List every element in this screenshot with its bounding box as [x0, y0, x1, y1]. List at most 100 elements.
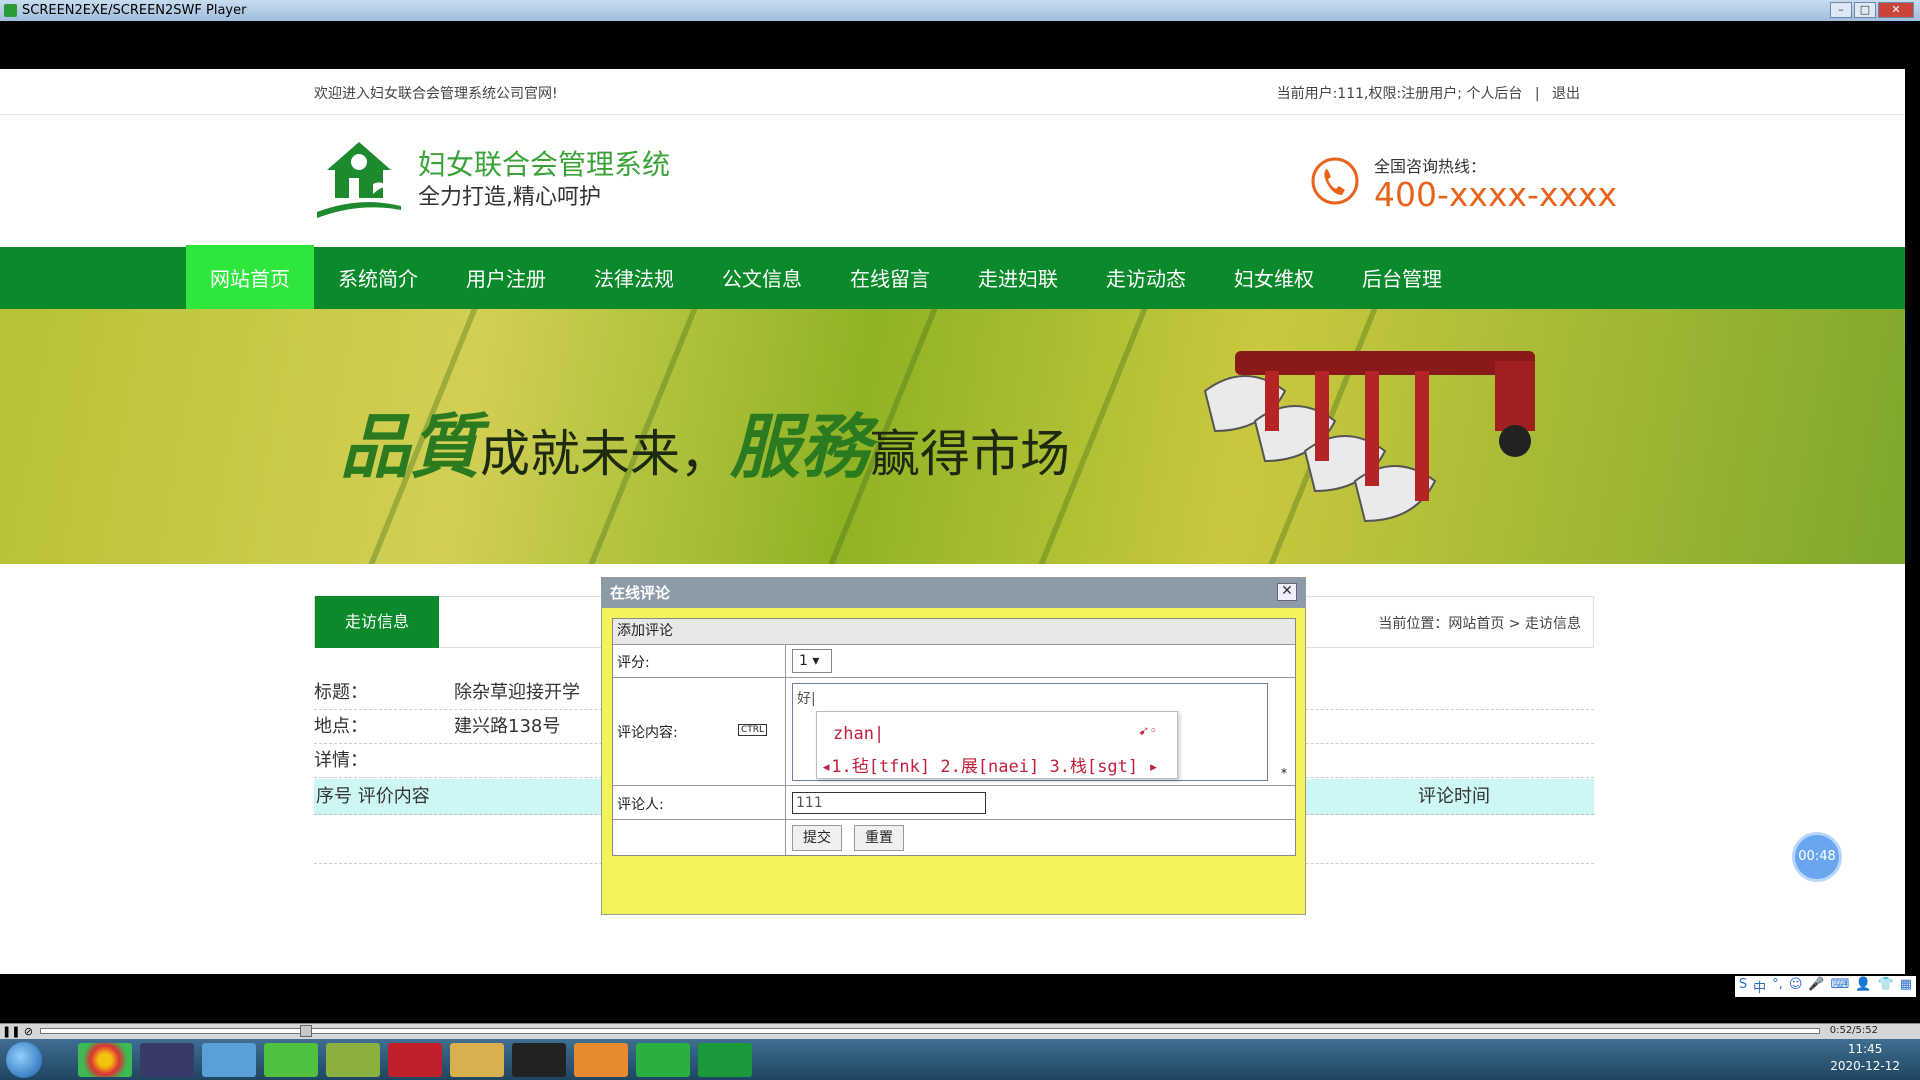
player-seekbar: ❚❚ ⊘ 0:52/5:52	[0, 1023, 1920, 1039]
comment-form: 添加评论 评分: 1 ▾ 评论内容: CTRL 好| zhan| ➹◦ ◂1.毡…	[612, 618, 1296, 856]
title-label: 标题：	[314, 682, 368, 703]
close-window-button[interactable]: ✕	[1878, 2, 1914, 18]
ime-toolbar: S 中 °, ☺ 🎤 ⌨ 👤 👕 ▦	[1734, 976, 1916, 997]
sogou-icon[interactable]: S	[1739, 977, 1747, 996]
column-index-content: 序号 评价内容	[316, 786, 430, 807]
logout-link[interactable]: 退出	[1552, 86, 1580, 102]
screen2swf-icon[interactable]	[698, 1043, 752, 1077]
playback-position: 0:52/5:52	[1829, 1025, 1878, 1036]
minimize-button[interactable]: –	[1830, 2, 1852, 18]
skin-icon[interactable]: 👕	[1878, 977, 1894, 996]
banner-word-quality: 品質	[340, 405, 480, 488]
site-header: 妇女联合会管理系统 全力打造,精心呵护 全国咨询热线： 400-xxxx-xxx…	[0, 115, 1905, 247]
welcome-text: 欢迎进入妇女联合会管理系统公司官网!	[314, 86, 558, 102]
ctrl-badge: CTRL	[738, 724, 768, 736]
ime-lang-toggle[interactable]: 中	[1753, 977, 1766, 996]
nav-intro[interactable]: 系统简介	[314, 245, 442, 311]
ime-candidates[interactable]: ◂1.毡[tfnk] 2.展[naei] 3.栈[sgt] ▸	[821, 752, 1159, 777]
grid-menu-icon[interactable]: ▦	[1900, 977, 1912, 996]
web-page: 欢迎进入妇女联合会管理系统公司官网! 当前用户:111,权限:注册用户; 个人后…	[0, 69, 1905, 974]
pause-icon[interactable]: ❚❚ ⊘	[2, 1025, 33, 1038]
banner: 品質成就未来，服務赢得市场	[0, 309, 1905, 564]
place-value: 建兴路138号	[454, 716, 561, 737]
audio-icon[interactable]	[574, 1043, 628, 1077]
recording-timer[interactable]: 00:48	[1795, 835, 1839, 879]
ime-logo-icon: ➹◦	[1138, 724, 1157, 739]
app-green-icon[interactable]	[264, 1043, 318, 1077]
top-bar: 欢迎进入妇女联合会管理系统公司官网! 当前用户:111,权限:注册用户; 个人后…	[0, 69, 1905, 115]
chrome-icon[interactable]	[78, 1043, 132, 1077]
window-title: SCREEN2EXE/SCREEN2SWF Player	[22, 3, 247, 18]
content-row: 评论内容: CTRL 好| zhan| ➹◦ ◂1.毡[tfnk] 2.展[na…	[613, 677, 1295, 785]
flash-icon[interactable]	[388, 1043, 442, 1077]
window-title-bar: SCREEN2EXE/SCREEN2SWF Player – □ ✕	[0, 0, 1920, 21]
dialog-title-bar[interactable]: 在线评论 ✕	[602, 578, 1305, 608]
explorer-icon[interactable]	[450, 1043, 504, 1077]
user-icon[interactable]: 👤	[1855, 977, 1871, 996]
qq-icon[interactable]	[512, 1043, 566, 1077]
nav-messages[interactable]: 在线留言	[826, 245, 954, 311]
seek-thumb[interactable]	[300, 1025, 312, 1037]
required-mark: *	[1281, 766, 1287, 780]
personal-center-link[interactable]: 个人后台	[1466, 86, 1522, 102]
reset-button[interactable]: 重置	[854, 825, 904, 851]
breadcrumb: 当前位置：网站首页 > 走访信息	[1378, 616, 1581, 632]
content-label: 评论内容:	[617, 725, 678, 741]
eclipse-icon[interactable]	[140, 1043, 194, 1077]
submit-button[interactable]: 提交	[792, 825, 842, 851]
start-button-icon[interactable]	[6, 1042, 42, 1078]
nav-visits[interactable]: 走访动态	[1082, 245, 1210, 311]
keyboard-icon[interactable]: ⌨	[1831, 977, 1850, 996]
ime-punct-toggle[interactable]: °,	[1772, 977, 1783, 996]
microphone-icon[interactable]: 🎤	[1808, 977, 1824, 996]
tab-visit-info[interactable]: 走访信息	[315, 596, 439, 648]
player-lower-area: S 中 °, ☺ 🎤 ⌨ 👤 👕 ▦	[0, 974, 1920, 1024]
reviewer-row: 评论人: 111	[613, 785, 1295, 819]
comment-dialog: 在线评论 ✕ 添加评论 评分: 1 ▾ 评论内容: CTRL 好| zhan| …	[601, 577, 1306, 915]
nav-home[interactable]: 网站首页	[186, 245, 314, 311]
clock-time: 11:45	[1847, 1042, 1883, 1056]
house-logo-icon[interactable]	[313, 140, 405, 220]
dialog-close-button[interactable]: ✕	[1277, 583, 1297, 601]
clock-date: 2020-12-12	[1830, 1059, 1900, 1073]
nav-laws[interactable]: 法律法规	[570, 245, 698, 311]
wechat-icon[interactable]	[636, 1043, 690, 1077]
current-user-text: 当前用户:111,权限:注册用户;	[1276, 86, 1462, 102]
site-slogan: 全力打造,精心呵护	[418, 185, 601, 210]
buttons-row: 提交 重置	[613, 819, 1295, 855]
site-title: 妇女联合会管理系统	[418, 148, 671, 181]
score-row: 评分: 1 ▾	[613, 644, 1295, 677]
phone-icon	[1311, 157, 1359, 205]
browser-icon[interactable]	[202, 1043, 256, 1077]
form-header-label: 添加评论	[617, 623, 673, 639]
emoji-icon[interactable]: ☺	[1789, 977, 1803, 996]
main-nav: 网站首页 系统简介 用户注册 法律法规 公文信息 在线留言 走进妇联 走访动态 …	[0, 245, 1905, 311]
reviewer-label: 评论人:	[617, 797, 664, 813]
nav-documents[interactable]: 公文信息	[698, 245, 826, 311]
plow-image	[1203, 351, 1535, 523]
separator: |	[1534, 86, 1540, 102]
ime-candidate-popup: zhan| ➹◦ ◂1.毡[tfnk] 2.展[naei] 3.栈[sgt] ▸	[816, 711, 1178, 779]
banner-text-2: 赢得市场	[870, 425, 1070, 483]
reviewer-input[interactable]: 111	[792, 792, 986, 814]
ime-pinyin: zhan|	[833, 724, 885, 744]
nav-about-federation[interactable]: 走进妇联	[954, 245, 1082, 311]
form-header: 添加评论	[613, 619, 1295, 644]
nav-rights[interactable]: 妇女维权	[1210, 245, 1338, 311]
hotline-label: 全国咨询热线：	[1374, 157, 1487, 176]
nav-admin[interactable]: 后台管理	[1338, 245, 1466, 311]
dialog-title: 在线评论	[610, 584, 671, 602]
banner-text-1: 成就未来，	[480, 425, 730, 483]
hotline-number: 400-xxxx-xxxx	[1374, 175, 1618, 214]
notepad-icon[interactable]	[326, 1043, 380, 1077]
score-select[interactable]: 1 ▾	[792, 649, 832, 673]
maximize-button[interactable]: □	[1854, 2, 1876, 18]
banner-slogan: 品質成就未来，服務赢得市场	[340, 391, 1070, 492]
banner-word-service: 服務	[730, 405, 870, 488]
title-value: 除杂草迎接开学	[454, 682, 580, 703]
score-label: 评分:	[617, 655, 650, 671]
system-clock[interactable]: 11:45 2020-12-12	[1830, 1041, 1900, 1075]
column-comment-time: 评论时间	[1418, 786, 1490, 807]
user-info: 当前用户:111,权限:注册用户; 个人后台 | 退出	[1277, 83, 1580, 103]
nav-register[interactable]: 用户注册	[442, 245, 570, 311]
